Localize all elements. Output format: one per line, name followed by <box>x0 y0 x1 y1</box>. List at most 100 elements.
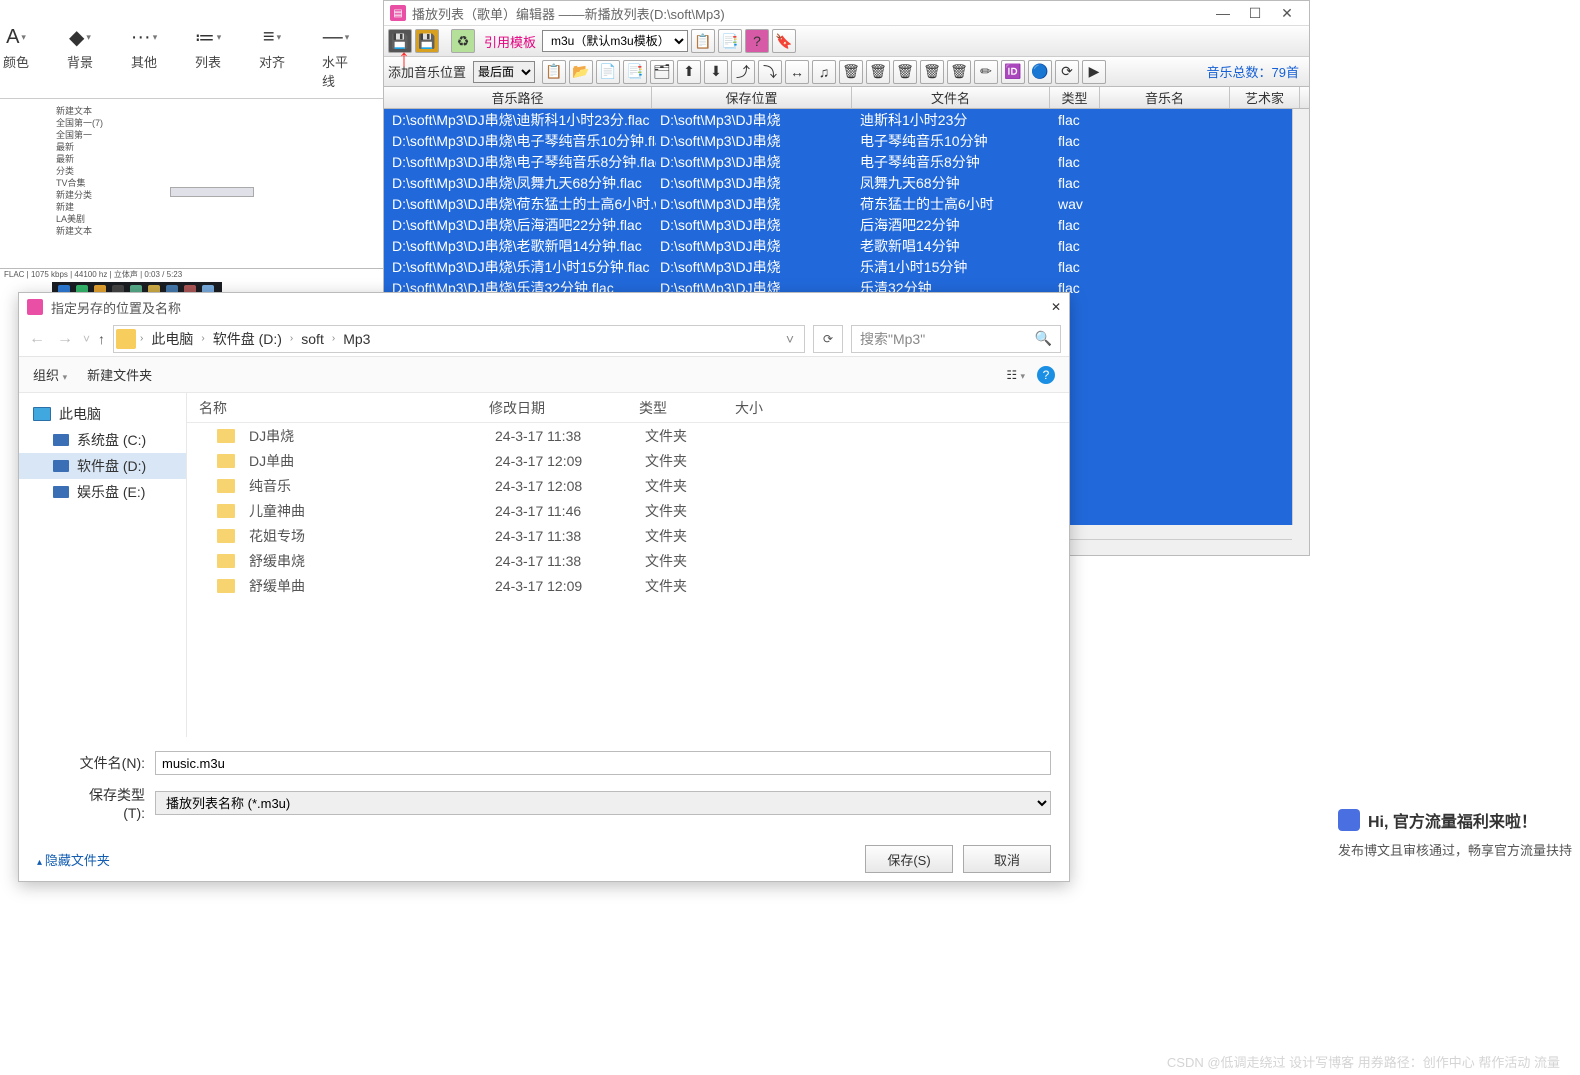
toolbar-icon[interactable]: 🗑 <box>839 60 863 84</box>
filetype-label: 保存类型(T): <box>77 785 145 821</box>
toolbar-icon[interactable]: 🗂 <box>650 60 674 84</box>
nav-up-icon[interactable]: ↑ <box>98 331 105 347</box>
tree-item[interactable]: 系统盘 (C:) <box>19 427 186 453</box>
red-arrow-annotation: ↓ <box>398 46 410 74</box>
table-row[interactable]: D:\soft\Mp3\DJ串烧\凤舞九天68分钟.flacD:\soft\Mp… <box>384 172 1309 193</box>
list-item[interactable]: 儿童神曲 24-3-17 11:46 文件夹 <box>187 498 1069 523</box>
col-type[interactable]: 类型 <box>627 398 723 418</box>
list-item[interactable]: 舒缓串烧 24-3-17 11:38 文件夹 <box>187 548 1069 573</box>
toolbar-icon[interactable]: 📋 <box>542 60 566 84</box>
dialog-close-button[interactable]: ✕ <box>1051 300 1061 314</box>
minimize-button[interactable]: — <box>1207 3 1239 23</box>
toolbar-icon[interactable]: ▶ <box>1082 60 1106 84</box>
table-row[interactable]: D:\soft\Mp3\DJ串烧\老歌新唱14分钟.flacD:\soft\Mp… <box>384 235 1309 256</box>
ruler <box>170 187 254 197</box>
table-row[interactable]: D:\soft\Mp3\DJ串烧\后海酒吧22分钟.flacD:\soft\Mp… <box>384 214 1309 235</box>
help-icon[interactable]: ? <box>745 29 769 53</box>
table-row[interactable]: D:\soft\Mp3\DJ串烧\荷东猛士的士高6小时.waD:\soft\Mp… <box>384 193 1309 214</box>
toolbar-icon[interactable]: 📂 <box>569 60 593 84</box>
chevron-down-icon[interactable]: ˅ <box>778 331 802 347</box>
new-folder-button[interactable]: 新建文件夹 <box>87 365 152 384</box>
folder-tree[interactable]: 此电脑 系统盘 (C:) 软件盘 (D:) 娱乐盘 (E:) <box>19 393 187 737</box>
table-header: 音乐路径 保存位置 文件名 类型 音乐名 艺术家 <box>384 87 1309 109</box>
tree-item[interactable]: 软件盘 (D:) <box>19 453 186 479</box>
list-item[interactable]: DJ串烧 24-3-17 11:38 文件夹 <box>187 423 1069 448</box>
toolbar-icon[interactable]: 📑 <box>623 60 647 84</box>
tool-icon[interactable]: 📋 <box>691 29 715 53</box>
editor-tool[interactable]: —▾水平线 <box>322 26 350 90</box>
toolbar-icon[interactable]: ♫ <box>812 60 836 84</box>
toolbar-icon[interactable]: 🗑 <box>920 60 944 84</box>
search-input[interactable]: 搜索"Mp3"🔍 <box>851 325 1061 353</box>
promo-card[interactable]: Hi, 官方流量福利来啦！ 发布博文且审核通过，畅享官方流量扶持 <box>1330 800 1580 867</box>
add-position-select[interactable]: 最后面 <box>473 61 535 83</box>
v-scrollbar[interactable] <box>1292 109 1309 525</box>
col-artist[interactable]: 艺术家 <box>1230 87 1300 108</box>
template-label: 引用模板 <box>484 32 536 51</box>
nav-back-icon[interactable]: ← <box>27 330 47 348</box>
maximize-button[interactable]: ☐ <box>1239 3 1271 23</box>
tool-icon[interactable]: 📑 <box>718 29 742 53</box>
close-button[interactable]: ✕ <box>1271 3 1303 23</box>
nav-forward-icon[interactable]: → <box>55 330 75 348</box>
total-count: 音乐总数：79首 <box>1207 62 1305 81</box>
help-icon[interactable]: ? <box>1037 366 1055 384</box>
breadcrumb[interactable]: ›此电脑 ›软件盘 (D:) ›soft ›Mp3 ˅ <box>113 325 805 353</box>
col-date[interactable]: 修改日期 <box>477 398 627 418</box>
cancel-button[interactable]: 取消 <box>963 845 1051 873</box>
editor-tool[interactable]: A▾颜色 <box>2 26 30 90</box>
folder-icon <box>217 429 235 443</box>
toolbar-icon[interactable]: 🗑 <box>893 60 917 84</box>
toolbar-icon[interactable]: ⤵ <box>758 60 782 84</box>
megaphone-icon <box>1338 809 1360 831</box>
editor-tool[interactable]: ≔▾列表 <box>194 26 222 90</box>
save-button[interactable]: 保存(S) <box>865 845 953 873</box>
toolbar-icon[interactable]: 🗑 <box>866 60 890 84</box>
col-music[interactable]: 音乐名 <box>1100 87 1230 108</box>
list-item[interactable]: 舒缓单曲 24-3-17 12:09 文件夹 <box>187 573 1069 598</box>
toolbar-icon[interactable]: ✏ <box>974 60 998 84</box>
editor-tool[interactable]: ≡▾对齐 <box>258 26 286 90</box>
toolbar-icon[interactable]: ⬆ <box>677 60 701 84</box>
organize-menu[interactable]: 组织 ▾ <box>33 365 67 384</box>
view-mode-icon[interactable]: ☷ ▾ <box>1006 368 1025 382</box>
refresh-icon[interactable]: ♻ <box>451 29 475 53</box>
col-save[interactable]: 保存位置 <box>652 87 852 108</box>
col-size[interactable]: 大小 <box>723 398 803 418</box>
list-item[interactable]: 花姐专场 24-3-17 11:38 文件夹 <box>187 523 1069 548</box>
col-type[interactable]: 类型 <box>1050 87 1100 108</box>
toolbar-icon[interactable]: ⤴ <box>731 60 755 84</box>
toolbar-icon[interactable]: ⟳ <box>1055 60 1079 84</box>
col-path[interactable]: 音乐路径 <box>384 87 652 108</box>
table-row[interactable]: D:\soft\Mp3\DJ串烧\电子琴纯音乐8分钟.flacD:\soft\M… <box>384 151 1309 172</box>
tree-item[interactable]: 此电脑 <box>19 401 186 427</box>
refresh-button[interactable]: ⟳ <box>813 325 843 353</box>
toolbar-icon[interactable]: 🗑 <box>947 60 971 84</box>
table-row[interactable]: D:\soft\Mp3\DJ串烧\迪斯科1小时23分.flacD:\soft\M… <box>384 109 1309 130</box>
folder-icon <box>217 454 235 468</box>
toolbar-icon[interactable]: 🔵 <box>1028 60 1052 84</box>
toolbar-icon[interactable]: ↔ <box>785 60 809 84</box>
hide-folders-link[interactable]: 隐藏文件夹 <box>37 850 110 869</box>
template-select[interactable]: m3u（默认m3u模板） <box>542 30 688 52</box>
table-row[interactable]: D:\soft\Mp3\DJ串烧\电子琴纯音乐10分钟.flacD:\soft\… <box>384 130 1309 151</box>
col-file[interactable]: 文件名 <box>852 87 1050 108</box>
editor-tool[interactable]: ◆▾背景 <box>66 26 94 90</box>
filename-input[interactable] <box>155 751 1051 775</box>
list-item[interactable]: DJ单曲 24-3-17 12:09 文件夹 <box>187 448 1069 473</box>
table-row[interactable]: D:\soft\Mp3\DJ串烧\乐清1小时15分钟.flacD:\soft\M… <box>384 256 1309 277</box>
col-name[interactable]: 名称 <box>187 398 477 418</box>
toolbar-icon[interactable]: ⬇ <box>704 60 728 84</box>
folder-icon <box>217 504 235 518</box>
tree-item[interactable]: 娱乐盘 (E:) <box>19 479 186 505</box>
editor-tool[interactable]: ···▾其他 <box>130 26 158 90</box>
save-as-icon[interactable]: 💾 <box>415 29 439 53</box>
watermark: CSDN @低调走绕过 设计写博客 用券路径：创作中心 帮作活动 流量 <box>1167 1052 1560 1071</box>
list-item[interactable]: 纯音乐 24-3-17 12:08 文件夹 <box>187 473 1069 498</box>
search-icon: 🔍 <box>1035 330 1052 347</box>
status-bar: FLAC | 1075 kbps | 44100 hz | 立体声 | 0:03… <box>0 268 384 280</box>
toolbar-icon[interactable]: 📄 <box>596 60 620 84</box>
tag-icon[interactable]: 🔖 <box>772 29 796 53</box>
toolbar-icon[interactable]: 🆔 <box>1001 60 1025 84</box>
filetype-select[interactable]: 播放列表名称 (*.m3u) <box>155 791 1051 815</box>
